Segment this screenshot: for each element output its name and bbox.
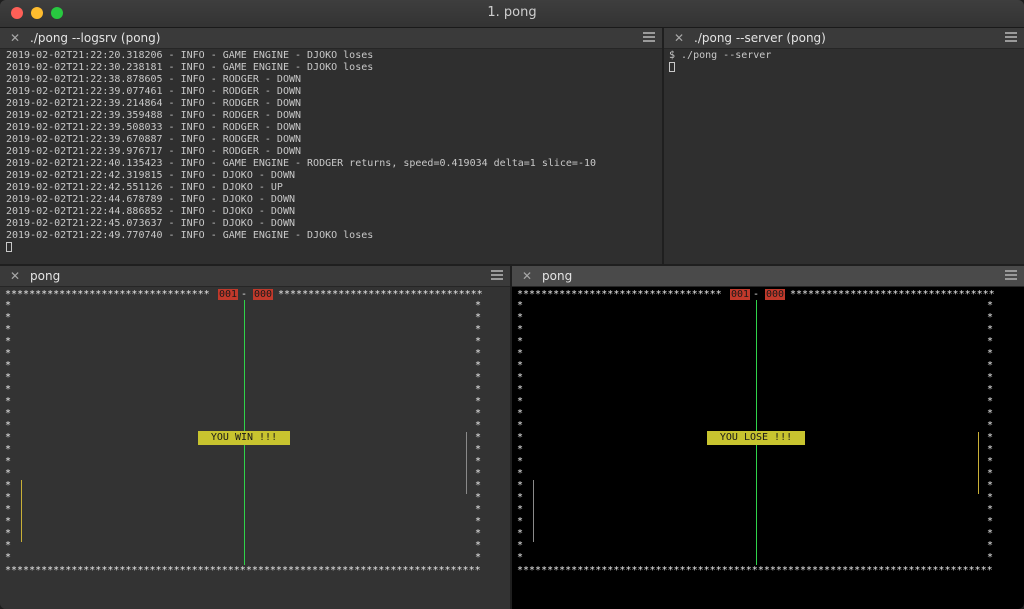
bottom-wall: ****************************************… bbox=[517, 565, 993, 576]
pane-pong-right[interactable]: ✕ pong *********************************… bbox=[512, 266, 1024, 609]
pane-pong-left[interactable]: ✕ pong *********************************… bbox=[0, 266, 510, 609]
right-paddle bbox=[466, 432, 467, 494]
shell-prompt: $ ./pong --server bbox=[669, 50, 772, 61]
result-banner: YOU LOSE !!! bbox=[707, 431, 805, 445]
score-left: 001 bbox=[218, 289, 239, 300]
title-bar[interactable]: 1. pong bbox=[0, 0, 1024, 28]
tab-title: pong bbox=[30, 269, 61, 283]
menu-icon[interactable] bbox=[1005, 30, 1017, 42]
log-line: 2019-02-02T21:22:39.976717 - INFO - RODG… bbox=[6, 146, 302, 157]
close-icon[interactable]: ✕ bbox=[522, 269, 532, 283]
menu-icon[interactable] bbox=[643, 30, 655, 42]
tab-title: pong bbox=[542, 269, 573, 283]
close-icon[interactable]: ✕ bbox=[10, 31, 20, 45]
tab-server[interactable]: ✕ ./pong --server (pong) bbox=[664, 28, 1024, 49]
top-wall-left: ********************************** bbox=[5, 289, 210, 300]
top-wall-right: ********************************** bbox=[278, 289, 483, 300]
bottom-wall: ****************************************… bbox=[5, 565, 481, 576]
tab-title: ./pong --server (pong) bbox=[694, 31, 826, 45]
result-banner: YOU WIN !!! bbox=[198, 431, 290, 445]
right-paddle bbox=[978, 432, 979, 494]
top-wall-left: ********************************** bbox=[517, 289, 722, 300]
log-line: 2019-02-02T21:22:20.318206 - INFO - GAME… bbox=[6, 50, 374, 61]
log-line: 2019-02-02T21:22:42.551126 - INFO - DJOK… bbox=[6, 182, 283, 193]
left-paddle bbox=[533, 480, 534, 542]
close-icon[interactable]: ✕ bbox=[674, 31, 684, 45]
menu-icon[interactable] bbox=[491, 268, 503, 280]
score-separator: - bbox=[241, 289, 248, 300]
log-line: 2019-02-02T21:22:39.670887 - INFO - RODG… bbox=[6, 134, 302, 145]
pane-server[interactable]: ✕ ./pong --server (pong) $ ./pong --serv… bbox=[664, 28, 1024, 264]
terminal-cursor bbox=[6, 242, 12, 252]
window-title: 1. pong bbox=[487, 5, 537, 20]
score-right: 000 bbox=[253, 289, 274, 300]
log-line: 2019-02-02T21:22:39.077461 - INFO - RODG… bbox=[6, 86, 302, 97]
log-line: 2019-02-02T21:22:42.319815 - INFO - DJOK… bbox=[6, 170, 295, 181]
pong-board[interactable]: ********************************** 001-00… bbox=[512, 287, 1024, 609]
pane-logsrv[interactable]: ✕ ./pong --logsrv (pong) 2019-02-02T21:2… bbox=[0, 28, 662, 264]
server-output[interactable]: $ ./pong --server bbox=[664, 49, 1024, 264]
left-wall: * * * * * * * * * * * * * * * * * * * * … bbox=[5, 300, 12, 563]
terminal-cursor bbox=[669, 62, 675, 72]
log-line: 2019-02-02T21:22:49.770740 - INFO - GAME… bbox=[6, 230, 374, 241]
right-wall: * * * * * * * * * * * * * * * * * * * * … bbox=[987, 300, 994, 563]
log-line: 2019-02-02T21:22:30.238181 - INFO - GAME… bbox=[6, 62, 374, 73]
score-separator: - bbox=[753, 289, 760, 300]
right-wall: * * * * * * * * * * * * * * * * * * * * … bbox=[475, 300, 482, 563]
score-left: 001 bbox=[730, 289, 751, 300]
log-lines: 2019-02-02T21:22:20.318206 - INFO - GAME… bbox=[6, 50, 656, 242]
logsrv-output[interactable]: 2019-02-02T21:22:20.318206 - INFO - GAME… bbox=[0, 49, 662, 264]
tab-logsrv[interactable]: ✕ ./pong --logsrv (pong) bbox=[0, 28, 662, 49]
tab-pong-right[interactable]: ✕ pong bbox=[512, 266, 1024, 287]
tab-pong-left[interactable]: ✕ pong bbox=[0, 266, 510, 287]
tab-title: ./pong --logsrv (pong) bbox=[30, 31, 161, 45]
log-line: 2019-02-02T21:22:45.073637 - INFO - DJOK… bbox=[6, 218, 295, 229]
log-line: 2019-02-02T21:22:38.878605 - INFO - RODG… bbox=[6, 74, 302, 85]
top-wall-right: ********************************** bbox=[790, 289, 995, 300]
close-icon[interactable]: ✕ bbox=[10, 269, 20, 283]
score-right: 000 bbox=[765, 289, 786, 300]
left-wall: * * * * * * * * * * * * * * * * * * * * … bbox=[517, 300, 524, 563]
log-line: 2019-02-02T21:22:39.214864 - INFO - RODG… bbox=[6, 98, 302, 109]
pong-board[interactable]: ********************************** 001-00… bbox=[0, 287, 510, 609]
log-line: 2019-02-02T21:22:44.678789 - INFO - DJOK… bbox=[6, 194, 295, 205]
log-line: 2019-02-02T21:22:44.886852 - INFO - DJOK… bbox=[6, 206, 295, 217]
terminal-window: 1. pong ✕ ./pong --logsrv (pong) 2019-02… bbox=[0, 0, 1024, 609]
log-line: 2019-02-02T21:22:40.135423 - INFO - GAME… bbox=[6, 158, 597, 169]
left-paddle bbox=[21, 480, 22, 542]
log-line: 2019-02-02T21:22:39.359488 - INFO - RODG… bbox=[6, 110, 302, 121]
log-line: 2019-02-02T21:22:39.508033 - INFO - RODG… bbox=[6, 122, 302, 133]
menu-icon[interactable] bbox=[1005, 268, 1017, 280]
